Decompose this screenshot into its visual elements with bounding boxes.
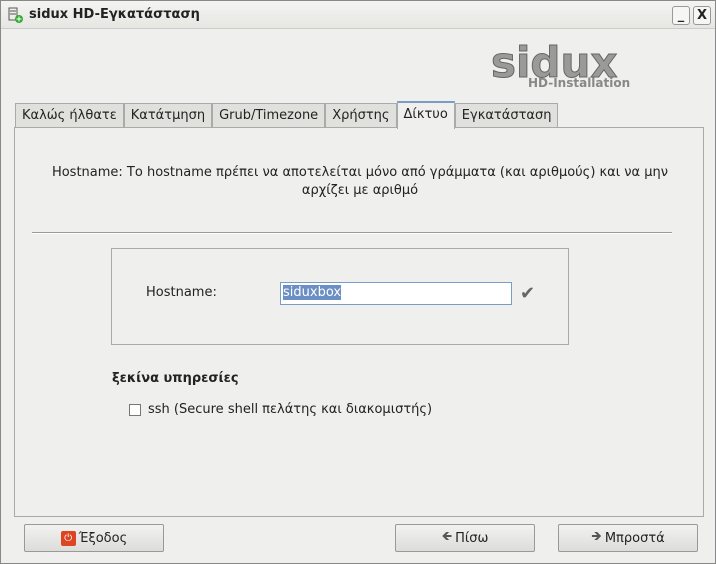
tab-installation[interactable]: Εγκατάσταση: [454, 103, 559, 128]
sidux-logo: sidux HD-Installation: [491, 38, 631, 91]
window-title: sidux HD-Εγκατάσταση: [29, 7, 200, 22]
exit-button[interactable]: ⏻ Έξοδος: [24, 524, 164, 552]
tab-welcome[interactable]: Καλώς ήλθατε: [15, 103, 124, 128]
close-button[interactable]: X: [693, 6, 711, 25]
tab-grub-timezone[interactable]: Grub/Timezone: [212, 103, 326, 128]
power-icon: ⏻: [60, 530, 76, 546]
back-label: Πίσω: [455, 530, 489, 546]
ssh-label[interactable]: ssh (Secure shell πελάτης και διακομιστή…: [148, 402, 432, 417]
separator: [32, 232, 672, 234]
tab-user[interactable]: Χρήστης: [325, 103, 397, 128]
hostname-group: Hostname: siduxbox ✔: [111, 248, 569, 345]
next-button[interactable]: 🡺 Μπροστά: [558, 524, 698, 552]
arrow-left-icon: 🡸: [441, 529, 453, 544]
tab-partitioning[interactable]: Κατάτμηση: [123, 103, 213, 128]
title-bar: sidux HD-Εγκατάσταση _ X: [1, 1, 715, 29]
arrow-right-icon: 🡺: [591, 529, 602, 544]
ssh-checkbox[interactable]: [129, 404, 141, 416]
hostname-info-text: Hostname: Το hostname πρέπει να αποτελεί…: [51, 165, 669, 198]
hostname-label: Hostname:: [146, 285, 217, 300]
next-label: Μπροστά: [604, 530, 665, 546]
back-button[interactable]: 🡸 Πίσω: [395, 524, 535, 552]
minimize-button[interactable]: _: [672, 6, 690, 25]
services-heading: ξεκίνα υπηρεσίες: [112, 371, 239, 386]
network-panel: Hostname: Το hostname πρέπει να αποτελεί…: [14, 127, 704, 517]
svg-text:HD-Installation: HD-Installation: [528, 76, 630, 90]
tab-network[interactable]: Δίκτυο: [396, 101, 455, 129]
tab-bar: Καλώς ήλθατε Κατάτμηση Grub/Timezone Χρή…: [15, 101, 559, 129]
checkmark-icon: ✔: [520, 283, 536, 304]
app-icon: [8, 7, 23, 23]
hostname-input[interactable]: siduxbox: [280, 282, 512, 305]
hostname-value: siduxbox: [283, 285, 342, 300]
exit-label: Έξοδος: [78, 530, 128, 546]
installer-window: sidux HD-Εγκατάσταση _ X sidux HD-Instal…: [0, 0, 716, 564]
